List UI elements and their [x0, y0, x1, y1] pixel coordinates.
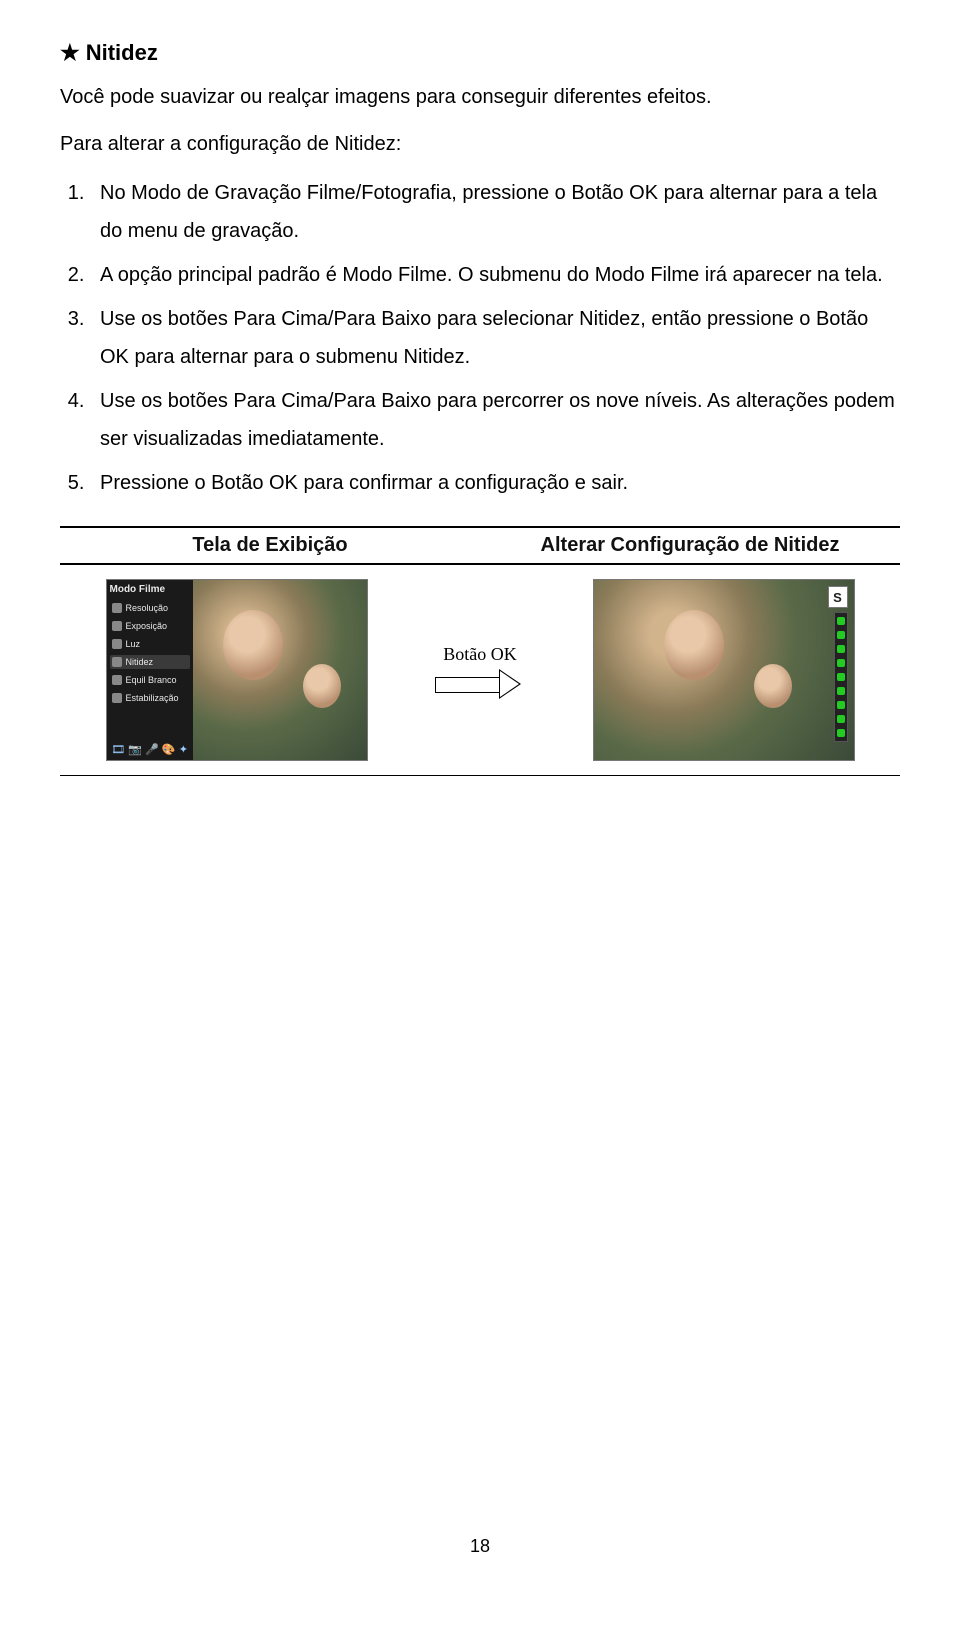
table-header-change: Alterar Configuração de Nitidez: [480, 528, 900, 563]
settings-mode-icon: ✦: [179, 743, 188, 756]
menu-item: Equil Branco: [110, 673, 190, 687]
palette-mode-icon: 🎨: [162, 743, 176, 756]
menu-item: Estabilização: [110, 691, 190, 705]
mode-icons-row: 🎞 📷 🎤 🎨 ✦: [110, 739, 190, 756]
menu-item-icon: [112, 693, 122, 703]
step-item: Pressione o Botão OK para confirmar a co…: [90, 464, 900, 502]
camera-mode-icon: 📷: [128, 743, 142, 756]
step-item: A opção principal padrão é Modo Filme. O…: [90, 256, 900, 294]
arrow-right-icon: [435, 671, 525, 697]
menu-item-active: Nitidez: [110, 655, 190, 669]
step-item: Use os botões Para Cima/Para Baixo para …: [90, 300, 900, 376]
preview-photo: S: [594, 580, 854, 760]
sharpness-badge: S: [828, 586, 848, 608]
page-number: 18: [60, 1536, 900, 1557]
mic-mode-icon: 🎤: [145, 743, 159, 756]
cell-change-screen: S: [547, 579, 900, 761]
menu-panel: Modo Filme Resolução Exposição Luz Nitid…: [107, 580, 193, 760]
intro-text: Você pode suavizar ou realçar imagens pa…: [60, 86, 900, 109]
arrow-label: Botão OK: [443, 644, 517, 665]
table-header-display: Tela de Exibição: [60, 528, 480, 563]
film-mode-icon: 🎞: [111, 743, 125, 756]
steps-list: No Modo de Gravação Filme/Fotografia, pr…: [60, 174, 900, 502]
menu-item: Resolução: [110, 601, 190, 615]
star-icon: ★: [60, 42, 80, 64]
menu-title: Modo Filme: [110, 584, 190, 597]
menu-item-icon: [112, 675, 122, 685]
menu-item-icon: [112, 621, 122, 631]
table-body-row: Modo Filme Resolução Exposição Luz Nitid…: [60, 565, 900, 776]
cell-display-screen: Modo Filme Resolução Exposição Luz Nitid…: [60, 579, 413, 761]
arrow-column: Botão OK: [425, 644, 535, 697]
sharpness-level-bar: [834, 612, 848, 742]
menu-item-icon: [112, 657, 122, 667]
step-item: No Modo de Gravação Filme/Fotografia, pr…: [90, 174, 900, 250]
menu-item-icon: [112, 639, 122, 649]
table-header-row: Tela de Exibição Alterar Configuração de…: [60, 526, 900, 565]
camera-screen-sharpness: S: [593, 579, 855, 761]
section-title: Nitidez: [86, 40, 158, 66]
menu-item: Luz: [110, 637, 190, 651]
menu-item-icon: [112, 603, 122, 613]
step-item: Use os botões Para Cima/Para Baixo para …: [90, 382, 900, 458]
lead-text: Para alterar a configuração de Nitidez:: [60, 133, 900, 156]
preview-photo: [193, 580, 367, 760]
menu-item: Exposição: [110, 619, 190, 633]
camera-screen-menu: Modo Filme Resolução Exposição Luz Nitid…: [106, 579, 368, 761]
